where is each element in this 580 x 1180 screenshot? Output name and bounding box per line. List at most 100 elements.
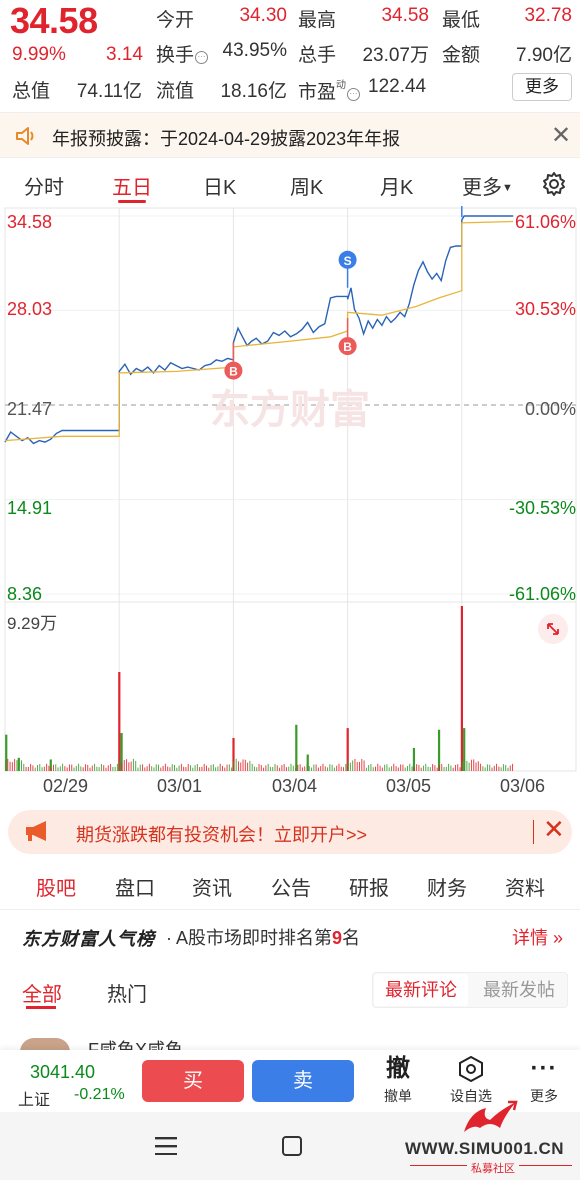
volume-bar <box>185 767 187 771</box>
volume-bar <box>413 767 415 771</box>
volume-bar <box>235 758 237 771</box>
y-right-tick: 61.06% <box>514 212 576 232</box>
volume-bar <box>89 767 91 771</box>
volume-bar <box>128 762 130 771</box>
volume-bar <box>112 767 114 771</box>
five-day-chart[interactable]: 东方财富BBSS <box>0 206 580 806</box>
volume-bar <box>55 764 57 771</box>
popularity-detail-link[interactable]: 详情 » <box>512 924 563 950</box>
volume-bar <box>450 765 452 771</box>
volume-bar <box>118 672 121 771</box>
turnover-label[interactable]: 换手 ··· <box>156 40 209 67</box>
close-icon[interactable]: ✕ <box>543 814 565 845</box>
menu-icon[interactable] <box>155 1137 177 1155</box>
volume-bar <box>375 766 377 771</box>
index-change[interactable]: -0.21% <box>74 1086 125 1104</box>
volume-bar <box>505 764 507 771</box>
volume-bar <box>171 764 173 771</box>
volume-bar <box>475 762 477 771</box>
buy-button[interactable]: 买 <box>142 1060 244 1102</box>
volume-bar <box>379 765 381 771</box>
volume-bar <box>315 764 317 771</box>
home-icon[interactable] <box>282 1136 302 1156</box>
volume-bar <box>34 767 36 771</box>
gear-icon[interactable] <box>541 171 567 197</box>
volume-label: 总手 <box>298 45 337 66</box>
volume-bar <box>208 767 210 771</box>
volume-bar <box>228 764 230 771</box>
volume-bar <box>320 766 322 771</box>
tab-finance[interactable]: 财务 <box>427 872 467 901</box>
tab-more[interactable]: 更多▼ <box>462 171 513 200</box>
volume-bar <box>43 766 45 771</box>
more-fields-button[interactable]: 更多 <box>512 73 572 101</box>
volume-bar <box>448 763 450 771</box>
sort-latest-comment[interactable]: 最新评论 <box>374 974 468 1006</box>
volume-bar <box>48 765 50 771</box>
active-tab-indicator <box>26 1006 56 1009</box>
volume-bar <box>454 764 456 771</box>
tab-announcements[interactable]: 公告 <box>271 872 311 901</box>
trade-more-button[interactable]: ··· 更多 <box>516 1054 572 1106</box>
tab-intraday[interactable]: 分时 <box>24 171 64 200</box>
tab-pankou[interactable]: 盘口 <box>115 872 155 901</box>
volume-bar <box>199 767 201 771</box>
ad-text: 期货涨跌都有投资机会！立即开户>> <box>76 825 368 845</box>
annual-report-notice[interactable]: 年报预披露：于2024-04-29披露2023年年报 ✕ <box>0 112 580 158</box>
volume-bar <box>162 765 164 771</box>
watermark-sub: 私募社区 <box>467 1160 519 1176</box>
cancel-order-label: 撤单 <box>384 1088 412 1104</box>
volume-bar <box>331 764 333 771</box>
index-name[interactable]: 上证 <box>18 1086 50 1110</box>
tab-guba[interactable]: 股吧 <box>36 872 76 901</box>
volume-bar <box>18 762 20 771</box>
popularity-bar[interactable]: 东方财富人气榜 · A股市场即时排名第9名 详情 » <box>0 910 580 962</box>
close-icon[interactable]: ✕ <box>551 121 571 150</box>
volume-bar <box>365 767 367 771</box>
pe-label[interactable]: 市盈动··· <box>298 76 361 104</box>
tab-daily-k[interactable]: 日K <box>203 171 236 200</box>
tab-monthly-k[interactable]: 月K <box>380 171 413 200</box>
volume-bar <box>491 767 493 771</box>
volume-bar <box>473 759 475 771</box>
post-author[interactable]: F咸鱼X咸鱼 <box>88 1036 183 1050</box>
chart-canvas[interactable]: 东方财富BBSS <box>0 206 580 806</box>
volume-bar <box>301 767 303 771</box>
cancel-order-button[interactable]: 撤 撤单 <box>370 1054 426 1106</box>
volume-bar <box>144 767 146 771</box>
volume-bar <box>256 767 258 771</box>
index-value[interactable]: 3041.40 <box>30 1062 95 1083</box>
sort-latest-post[interactable]: 最新发帖 <box>472 974 566 1006</box>
amount-value: 7.90亿 <box>516 45 572 66</box>
volume-bar <box>267 763 269 771</box>
tab-weekly-k[interactable]: 周K <box>290 171 323 200</box>
volume-bar <box>384 764 386 771</box>
low-label: 最低 <box>442 10 481 31</box>
tab-research[interactable]: 研报 <box>349 872 389 901</box>
volume-bar <box>39 764 41 771</box>
volume-bar <box>78 763 80 771</box>
volume-bar <box>221 765 223 771</box>
volume-bar <box>148 763 150 771</box>
info-icon[interactable]: ··· <box>347 88 361 101</box>
volume-bar <box>59 766 61 771</box>
volume-bar <box>210 764 212 771</box>
volume-bar <box>477 761 479 771</box>
expand-icon[interactable] <box>538 614 568 644</box>
volume-bar <box>457 764 459 771</box>
volume-bar <box>276 765 278 771</box>
more-dots-icon: ··· <box>530 1055 558 1082</box>
sell-button[interactable]: 卖 <box>252 1060 354 1102</box>
volume-bar <box>352 760 354 771</box>
tab-news[interactable]: 资讯 <box>192 872 232 901</box>
tab-five-day[interactable]: 五日 <box>112 171 152 200</box>
tab-hot[interactable]: 热门 <box>107 978 147 1007</box>
volume-bar <box>71 764 73 771</box>
tab-profile[interactable]: 资料 <box>505 872 545 901</box>
futures-ad-banner[interactable]: 期货涨跌都有投资机会！立即开户>> ✕ <box>8 810 572 854</box>
volume-bar <box>425 763 427 771</box>
amount-label: 金额 <box>442 45 481 66</box>
tab-all[interactable]: 全部 <box>22 978 62 1007</box>
volume-bar <box>219 763 221 771</box>
volume-bar <box>98 767 100 771</box>
